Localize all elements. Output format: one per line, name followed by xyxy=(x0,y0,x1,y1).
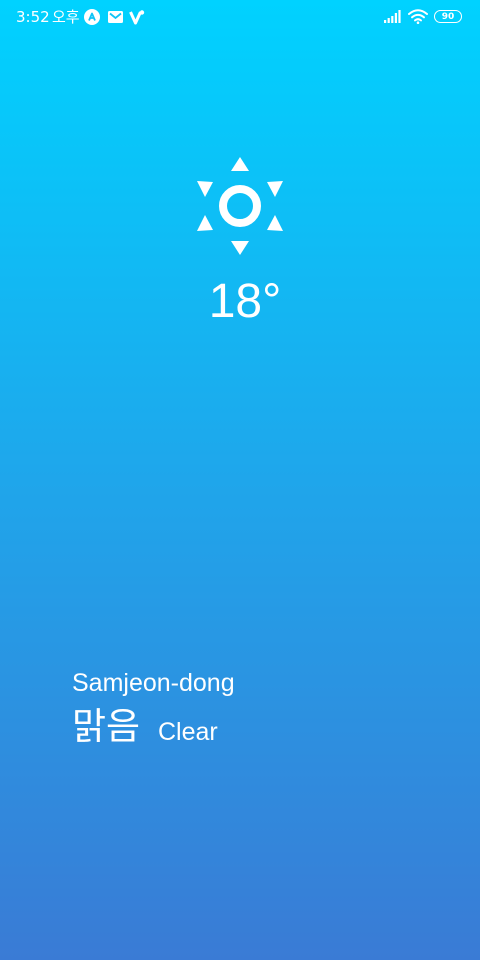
status-bar: 3:52 오후 90 xyxy=(0,0,480,34)
wifi-icon xyxy=(408,9,428,24)
gmail-icon xyxy=(108,11,123,23)
status-ampm: 오후 xyxy=(52,8,80,26)
battery-icon: 90 xyxy=(434,10,462,23)
status-time: 3:52 xyxy=(16,8,50,26)
condition-korean: 맑음 xyxy=(72,705,141,748)
app-a-icon xyxy=(84,9,100,25)
temperature-reading: 18° xyxy=(208,275,282,328)
location-name: Samjeon-dong xyxy=(72,669,235,697)
condition-english: Clear xyxy=(158,718,218,746)
v-app-icon xyxy=(129,10,145,25)
sun-icon xyxy=(197,157,283,255)
battery-level: 90 xyxy=(441,11,455,22)
signal-icon xyxy=(384,10,401,23)
